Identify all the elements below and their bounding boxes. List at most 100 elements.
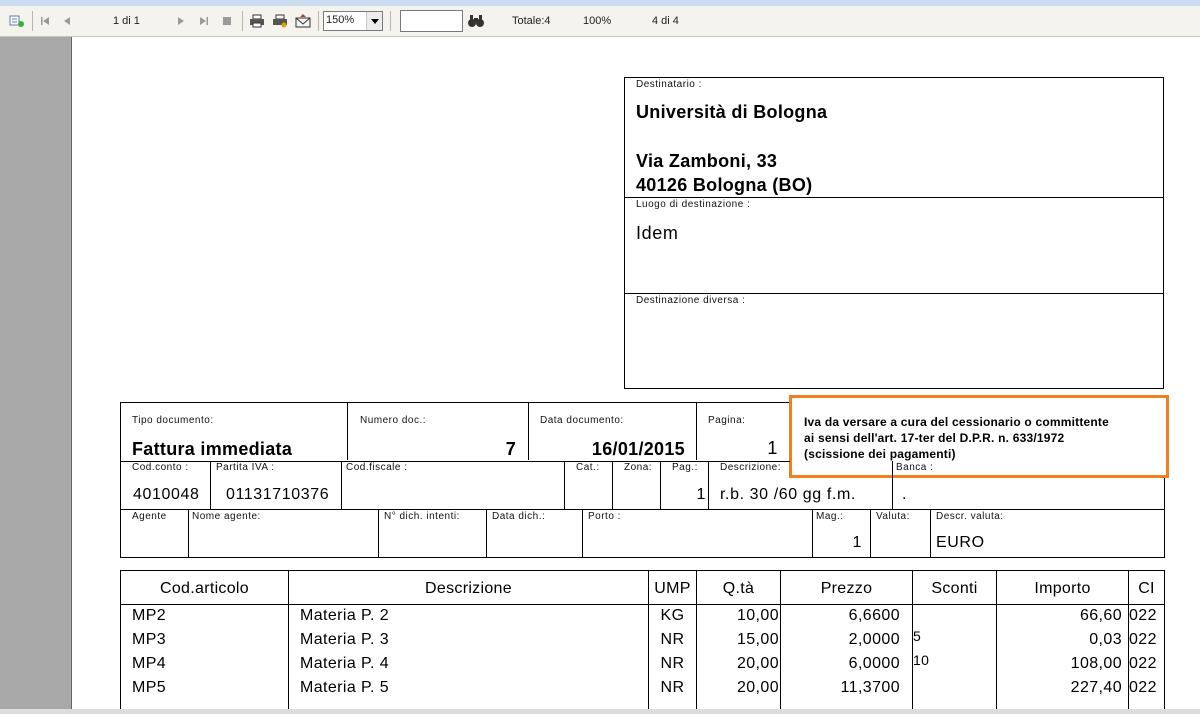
page-indicator: 1 di 1 [113, 15, 140, 27]
row3-prezzo: 6,0000 [848, 655, 900, 672]
data-documento-label: Data documento: [540, 415, 624, 426]
cod-conto-value: 4010048 [133, 486, 200, 503]
descrizione-value: r.b. 30 /60 gg f.m. [720, 486, 856, 503]
toolbar-separator [32, 11, 33, 31]
zoom-value: 150% [326, 14, 355, 26]
row4-cod: MP5 [132, 679, 167, 696]
divider [624, 197, 1164, 198]
banca-value: . [902, 486, 908, 503]
dich-intenti-label: N° dich. intenti: [384, 511, 460, 522]
percent-label: 100% [583, 15, 612, 27]
partita-iva-value: 01131710376 [226, 486, 330, 503]
descr-valuta-label: Descr. valuta: [936, 511, 1004, 522]
next-page-icon[interactable] [172, 12, 190, 30]
mag-label: Mag.: [816, 511, 844, 522]
divider [624, 293, 1164, 294]
row2-importo: 0,03 [1089, 631, 1122, 648]
recipient-name: Università di Bologna [636, 102, 828, 122]
row3-sconti: 10 [913, 652, 930, 668]
first-page-icon[interactable] [36, 12, 54, 30]
find-icon[interactable] [467, 12, 485, 30]
row2-cod: MP3 [132, 631, 167, 648]
col-header-descrizione: Descrizione [425, 580, 512, 597]
data-documento-value: 16/01/2015 [591, 439, 685, 459]
divider [930, 509, 931, 557]
divider [612, 461, 613, 509]
divider [892, 461, 893, 509]
toolbar-separator [318, 11, 319, 31]
horizontal-scrollbar[interactable] [0, 709, 1200, 714]
col-header-ci: CI [1138, 580, 1155, 597]
row4-qta: 20,00 [736, 679, 779, 696]
tipo-documento-value: Fattura immediata [132, 439, 293, 459]
descr-valuta-value: EURO [936, 534, 985, 551]
zoom-select[interactable]: 150% [323, 11, 383, 31]
pag-value: 1 [696, 486, 706, 503]
row2-ci: 022 [1129, 631, 1157, 648]
divider [1164, 570, 1165, 709]
col-header-cod-articolo: Cod.articolo [160, 580, 249, 597]
email-icon[interactable] [294, 12, 312, 30]
divider [1164, 509, 1165, 557]
agente-label: Agente [132, 511, 167, 522]
row4-descr: Materia P. 5 [300, 679, 389, 696]
chevron-down-icon[interactable] [366, 12, 382, 30]
pagina-label: Pagina: [708, 415, 746, 426]
row2-prezzo: 2,0000 [848, 631, 900, 648]
row3-descr: Materia P. 4 [300, 655, 389, 672]
stop-icon[interactable] [218, 12, 236, 30]
find-input[interactable] [400, 10, 463, 32]
row2-qta: 15,00 [736, 631, 779, 648]
recipient-address: Via Zamboni, 33 [636, 151, 778, 171]
row1-ci: 022 [1129, 607, 1157, 624]
destinatario-label: Destinatario : [636, 79, 702, 90]
prev-page-icon[interactable] [58, 12, 76, 30]
row4-ci: 022 [1129, 679, 1157, 696]
divider [188, 509, 189, 557]
porto-label: Porto : [588, 511, 621, 522]
nome-agente-label: Nome agente: [192, 511, 261, 522]
col-header-sconti: Sconti [931, 580, 978, 597]
row3-qta: 20,00 [736, 655, 779, 672]
print-icon[interactable] [248, 12, 266, 30]
descrizione-label: Descrizione: [720, 462, 782, 473]
note-line-2: ai sensi dell'art. 17-ter del D.P.R. n. … [804, 431, 1065, 445]
note-line-1: Iva da versare a cura del cessionario o … [804, 415, 1109, 429]
divider [378, 509, 379, 557]
recipient-city: 40126 Bologna (BO) [636, 175, 813, 195]
row4-prezzo: 11,3700 [840, 679, 900, 696]
divider [564, 461, 565, 509]
divider [120, 557, 1165, 558]
cod-conto-label: Cod.conto : [132, 462, 189, 473]
numero-doc-value: 7 [505, 439, 516, 459]
destinazione-diversa-label: Destinazione diversa : [636, 295, 746, 306]
zona-label: Zona: [624, 462, 653, 473]
col-header-ump: UMP [654, 580, 691, 597]
col-header-importo: Importo [1034, 580, 1091, 597]
divider [120, 402, 790, 403]
numero-doc-label: Numero doc.: [360, 415, 427, 426]
row4-ump: NR [660, 679, 685, 696]
export-icon[interactable] [8, 12, 26, 30]
divider [528, 402, 529, 460]
divider [708, 461, 709, 509]
toolbar-separator [242, 11, 243, 31]
cod-fiscale-label: Cod.fiscale : [346, 462, 408, 473]
data-dich-label: Data dich.: [492, 511, 546, 522]
row3-importo: 108,00 [1070, 655, 1122, 672]
divider [210, 461, 211, 509]
row3-cod: MP4 [132, 655, 167, 672]
divider [347, 402, 348, 460]
divider [870, 509, 871, 557]
row1-ump: KG [660, 607, 685, 624]
print-setup-icon[interactable] [271, 12, 289, 30]
row2-sconti: 5 [913, 628, 922, 644]
col-header-prezzo: Prezzo [820, 580, 873, 597]
preview-gutter [0, 37, 72, 714]
divider [696, 402, 697, 460]
divider [660, 461, 661, 509]
last-page-icon[interactable] [195, 12, 213, 30]
valuta-label: Valuta: [876, 511, 910, 522]
row1-descr: Materia P. 2 [300, 607, 389, 624]
row2-ump: NR [660, 631, 685, 648]
